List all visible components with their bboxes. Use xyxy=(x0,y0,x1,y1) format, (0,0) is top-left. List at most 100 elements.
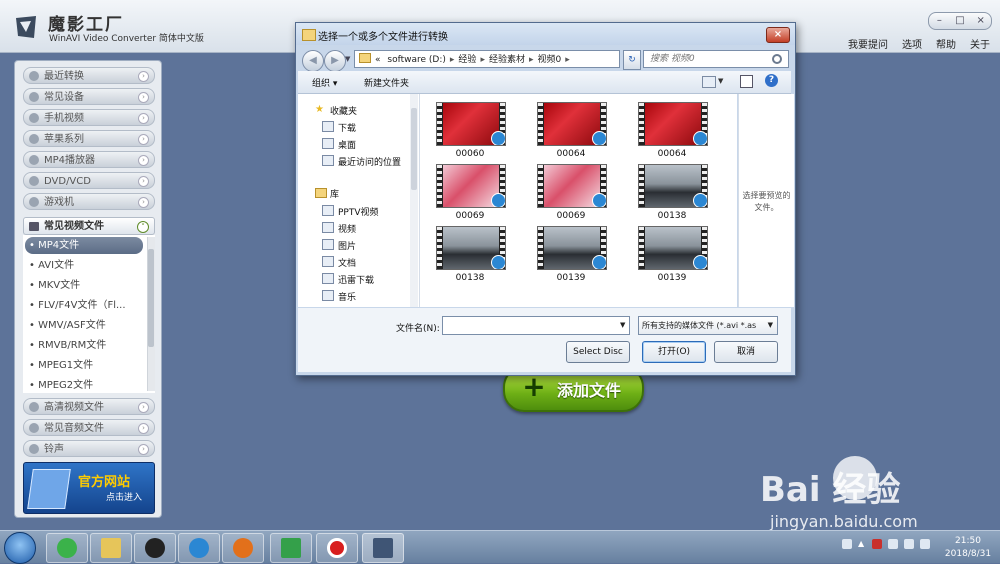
nav-music[interactable]: 音乐 xyxy=(338,290,356,303)
filename-input[interactable] xyxy=(442,316,630,335)
video-thumbnail[interactable] xyxy=(638,102,708,146)
taskbar-app-browser360[interactable] xyxy=(46,533,88,563)
file-name[interactable]: 00139 xyxy=(638,273,706,283)
filetype-select[interactable]: 所有支持的媒体文件 (*.avi *.as ▼ xyxy=(638,316,778,335)
dialog-close-button[interactable]: × xyxy=(766,27,790,43)
organize-button[interactable]: 组织 ▾ xyxy=(312,76,337,89)
video-thumbnail[interactable] xyxy=(436,226,506,270)
taskbar-app-firefox[interactable] xyxy=(222,533,264,563)
nav-scrollbar-thumb[interactable] xyxy=(411,108,417,190)
taskbar-app-recorder[interactable] xyxy=(316,533,358,563)
filename-dropdown-icon[interactable]: ▼ xyxy=(620,321,625,329)
category-audio[interactable]: 常见音频文件 › xyxy=(23,419,155,436)
link-ask[interactable]: 我要提问 xyxy=(848,36,888,51)
clock-date[interactable]: 2018/8/31 xyxy=(940,549,996,559)
open-button[interactable]: 打开(O) xyxy=(642,341,706,363)
nav-video[interactable]: 视频 xyxy=(338,222,356,235)
start-button-icon[interactable] xyxy=(4,532,36,564)
volume-icon[interactable] xyxy=(904,539,914,549)
taskbar-app-winavi[interactable] xyxy=(362,533,404,563)
list-item-mp4[interactable]: • MP4文件 xyxy=(25,237,143,254)
nav-recent[interactable]: 最近访问的位置 xyxy=(338,155,401,168)
view-dropdown-icon[interactable]: ▼ xyxy=(718,77,723,85)
breadcrumb-drive[interactable]: software (D:) xyxy=(387,55,446,65)
file-name[interactable]: 00139 xyxy=(537,273,605,283)
maximize-icon[interactable]: □ xyxy=(950,13,971,29)
category-dvd[interactable]: DVD/VCD › xyxy=(23,172,155,189)
category-game[interactable]: 游戏机 › xyxy=(23,193,155,210)
link-about[interactable]: 关于 xyxy=(970,36,990,51)
nav-pictures[interactable]: 图片 xyxy=(338,239,356,252)
desktop-icon xyxy=(322,138,334,149)
list-item-avi[interactable]: • AVI文件 xyxy=(25,257,143,274)
view-mode-icon[interactable] xyxy=(702,76,716,88)
help-icon[interactable]: ? xyxy=(765,74,778,87)
refresh-icon[interactable]: ↻ xyxy=(623,50,641,70)
file-name[interactable]: 00138 xyxy=(436,273,504,283)
search-input[interactable] xyxy=(650,53,768,65)
taskbar-app-media[interactable] xyxy=(270,533,312,563)
close-icon[interactable]: × xyxy=(970,13,991,29)
history-dropdown-icon[interactable]: ▼ xyxy=(345,55,350,63)
file-name[interactable]: 00064 xyxy=(537,149,605,159)
official-site-banner[interactable]: 官方网站 点击进入 xyxy=(23,462,155,514)
antivirus-icon[interactable] xyxy=(872,539,882,549)
list-item-mkv[interactable]: • MKV文件 xyxy=(25,277,143,294)
link-options[interactable]: 选项 xyxy=(902,36,922,51)
video-thumbnail[interactable] xyxy=(537,102,607,146)
cancel-button[interactable]: 取消 xyxy=(714,341,778,363)
preview-pane-icon[interactable] xyxy=(740,75,753,88)
breadcrumb-video0[interactable]: 视频0 xyxy=(538,55,562,65)
category-mp4-player[interactable]: MP4播放器 › xyxy=(23,151,155,168)
breadcrumb-sucai[interactable]: 经验素材 xyxy=(489,55,525,65)
category-phone[interactable]: 手机视频 › xyxy=(23,109,155,126)
breadcrumb-jingyan[interactable]: 经验 xyxy=(458,55,476,65)
input-method-icon[interactable] xyxy=(920,539,930,549)
list-item-rmvb[interactable]: • RMVB/RM文件 xyxy=(25,337,143,354)
list-item-wmv[interactable]: • WMV/ASF文件 xyxy=(25,317,143,334)
taskbar-app-explorer[interactable] xyxy=(90,533,132,563)
file-name[interactable]: 00138 xyxy=(638,211,706,221)
nav-thunder[interactable]: 迅雷下载 xyxy=(338,273,374,286)
video-thumbnail[interactable] xyxy=(638,164,708,208)
video-thumbnail[interactable] xyxy=(537,226,607,270)
nav-downloads[interactable]: 下载 xyxy=(338,121,356,134)
video-thumbnail[interactable] xyxy=(537,164,607,208)
nav-desktop[interactable]: 桌面 xyxy=(338,138,356,151)
keyboard-icon[interactable] xyxy=(842,539,852,549)
category-hd-video[interactable]: 高清视频文件 › xyxy=(23,398,155,415)
nav-favorites[interactable]: 收藏夹 xyxy=(330,104,357,117)
new-folder-button[interactable]: 新建文件夹 xyxy=(364,76,409,89)
taskbar-app-qq[interactable] xyxy=(134,533,176,563)
forward-arrow-icon[interactable]: ▶ xyxy=(324,50,346,72)
minimize-icon[interactable]: – xyxy=(929,13,950,29)
select-disc-button[interactable]: Select Disc xyxy=(566,341,630,363)
list-item-mpeg1[interactable]: • MPEG1文件 xyxy=(25,357,143,374)
taskbar-app-player[interactable] xyxy=(178,533,220,563)
nav-library[interactable]: 库 xyxy=(330,187,339,200)
list-item-mpeg2[interactable]: • MPEG2文件 xyxy=(25,377,143,393)
list-item-flv[interactable]: • FLV/F4V文件（Fl... xyxy=(25,297,143,314)
back-arrow-icon[interactable]: ◀ xyxy=(302,50,324,72)
video-thumbnail[interactable] xyxy=(436,102,506,146)
list-scrollbar-thumb[interactable] xyxy=(148,249,154,347)
file-name[interactable]: 00064 xyxy=(638,149,706,159)
link-help[interactable]: 帮助 xyxy=(936,36,956,51)
file-name[interactable]: 00060 xyxy=(436,149,504,159)
nav-documents[interactable]: 文档 xyxy=(338,256,356,269)
network-icon[interactable] xyxy=(888,539,898,549)
file-name[interactable]: 00069 xyxy=(537,211,605,221)
clock-time[interactable]: 21:50 xyxy=(948,536,988,546)
category-recent[interactable]: 最近转换 › xyxy=(23,67,155,84)
category-ringtone[interactable]: 铃声 › xyxy=(23,440,155,457)
tray-expand-icon[interactable]: ▲ xyxy=(858,539,866,549)
file-name[interactable]: 00069 xyxy=(436,211,504,221)
address-bar[interactable]: « software (D:) ▸ 经验 ▸ 经验素材 ▸ 视频0 ▸ xyxy=(354,50,620,68)
search-icon[interactable] xyxy=(772,54,782,64)
video-thumbnail[interactable] xyxy=(436,164,506,208)
category-apple[interactable]: 苹果系列 › xyxy=(23,130,155,147)
nav-pptv[interactable]: PPTV视频 xyxy=(338,205,379,218)
category-devices[interactable]: 常见设备 › xyxy=(23,88,155,105)
category-common-video[interactable]: 常见视频文件 ˅ xyxy=(23,217,155,235)
video-thumbnail[interactable] xyxy=(638,226,708,270)
